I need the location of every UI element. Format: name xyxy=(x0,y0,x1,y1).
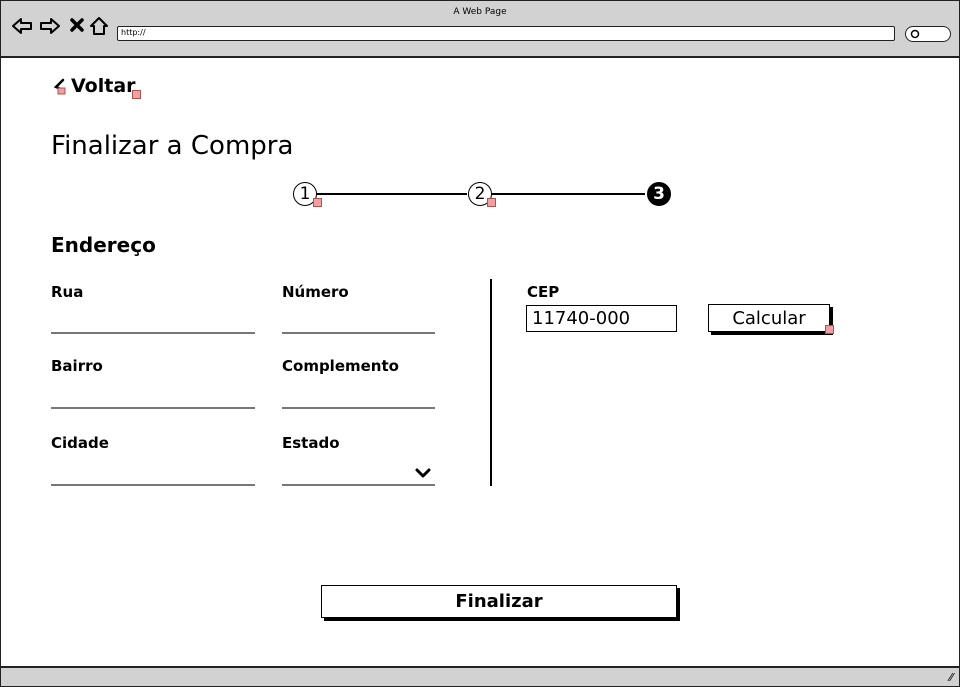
progress-stepper: 1 2 3 xyxy=(291,180,681,208)
link-indicator-icon xyxy=(131,89,141,99)
complement-label: Complemento xyxy=(282,357,399,375)
step-3-active: 3 xyxy=(647,182,671,206)
number-label: Número xyxy=(282,283,349,301)
resize-grip-icon[interactable]: ⁄⁄ xyxy=(949,671,953,684)
number-input[interactable] xyxy=(282,309,439,333)
back-link[interactable]: Voltar xyxy=(53,75,145,99)
neighborhood-input[interactable] xyxy=(51,383,259,407)
forward-icon[interactable] xyxy=(39,15,61,37)
back-link-label: Voltar xyxy=(71,75,136,97)
home-icon[interactable] xyxy=(89,15,111,37)
complement-underline xyxy=(282,407,435,409)
neighborhood-underline xyxy=(51,407,255,409)
close-icon[interactable] xyxy=(67,15,89,37)
back-icon[interactable] xyxy=(11,15,33,37)
state-underline xyxy=(282,484,435,486)
url-bar[interactable]: http:// xyxy=(117,26,895,41)
street-input[interactable] xyxy=(51,309,259,333)
page-title: Finalizar a Compra xyxy=(51,131,294,161)
city-label: Cidade xyxy=(51,434,109,452)
step-connector xyxy=(492,193,645,195)
url-text: http:// xyxy=(121,28,146,37)
complement-input[interactable] xyxy=(282,383,439,407)
number-underline xyxy=(282,332,435,334)
browser-search[interactable] xyxy=(905,26,951,42)
link-indicator-icon xyxy=(487,198,496,207)
search-icon xyxy=(910,29,920,39)
city-input[interactable] xyxy=(51,461,259,485)
browser-toolbar: A Web Page http:// xyxy=(1,1,959,58)
cep-input[interactable] xyxy=(526,305,677,332)
street-label: Rua xyxy=(51,283,84,301)
window-title: A Web Page xyxy=(453,7,507,17)
cep-label: CEP xyxy=(527,283,560,301)
city-underline xyxy=(51,484,255,486)
step-connector xyxy=(317,193,467,195)
link-indicator-icon xyxy=(313,198,322,207)
finish-button[interactable]: Finalizar xyxy=(321,585,677,618)
street-underline xyxy=(51,332,255,334)
state-select[interactable] xyxy=(282,461,435,485)
browser-window: A Web Page http:// Voltar Finalizar a Co… xyxy=(0,0,960,687)
link-indicator-icon xyxy=(825,325,834,334)
chevron-down-icon xyxy=(415,468,431,478)
calculate-button[interactable]: Calcular xyxy=(708,304,830,332)
state-label: Estado xyxy=(282,434,340,452)
back-arrow-icon xyxy=(53,78,66,95)
neighborhood-label: Bairro xyxy=(51,357,103,375)
status-bar: ⁄⁄ xyxy=(1,666,959,686)
vertical-divider xyxy=(490,279,492,486)
address-section-title: Endereço xyxy=(51,233,156,257)
